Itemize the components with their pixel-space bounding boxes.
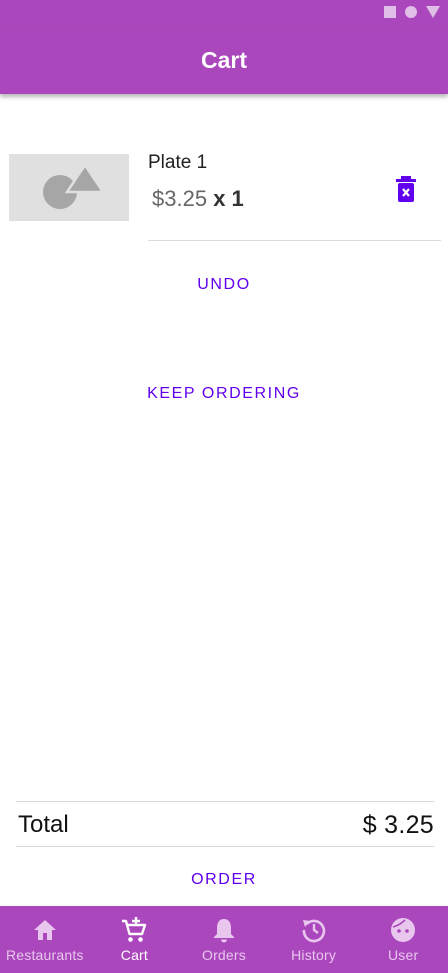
nav-label: Cart — [120, 947, 149, 963]
item-price: $3.25 — [152, 186, 208, 211]
delete-item-button[interactable] — [395, 176, 417, 202]
item-price-line: $3.25 x 1 — [152, 186, 244, 212]
order-button[interactable]: ORDER — [0, 871, 448, 889]
nav-item-restaurants[interactable]: Restaurants — [0, 906, 90, 973]
item-quantity: x 1 — [213, 186, 244, 211]
item-name: Plate 1 — [148, 152, 208, 173]
square-icon — [384, 6, 396, 18]
trash-icon — [396, 176, 416, 202]
page-title: Cart — [200, 47, 247, 73]
nav-item-user[interactable]: User — [358, 906, 448, 973]
keep-ordering-button[interactable]: KEEP ORDERING — [0, 385, 448, 403]
cart-item: Plate 1 $3.25 x 1 — [0, 140, 448, 242]
nav-item-orders[interactable]: Orders — [179, 906, 269, 973]
total-divider-bottom — [16, 846, 434, 847]
app-bar: Cart — [0, 27, 448, 94]
nav-item-history[interactable]: History — [269, 906, 359, 973]
total-label: Total — [18, 811, 69, 838]
item-divider — [148, 240, 441, 241]
image-placeholder-icon — [43, 162, 106, 209]
status-icons — [384, 6, 440, 18]
nav-label: Orders — [201, 947, 246, 963]
nav-item-cart[interactable]: Cart — [90, 906, 180, 973]
item-thumbnail — [9, 154, 129, 221]
triangle-icon — [426, 6, 440, 18]
history-icon — [302, 919, 325, 943]
bottom-nav: Restaurants Cart Orders History User — [0, 906, 448, 973]
undo-button[interactable]: UNDO — [0, 276, 448, 294]
total-value: $ 3.25 — [362, 811, 434, 839]
home-icon — [33, 920, 56, 940]
nav-label: History — [291, 947, 337, 963]
circle-icon — [405, 6, 417, 18]
face-icon — [391, 918, 416, 942]
total-divider-top — [16, 801, 434, 802]
nav-label: Restaurants — [5, 947, 84, 963]
bell-icon — [213, 919, 234, 943]
cart-icon — [122, 917, 147, 942]
nav-label: User — [387, 947, 419, 963]
status-bar — [0, 0, 448, 27]
